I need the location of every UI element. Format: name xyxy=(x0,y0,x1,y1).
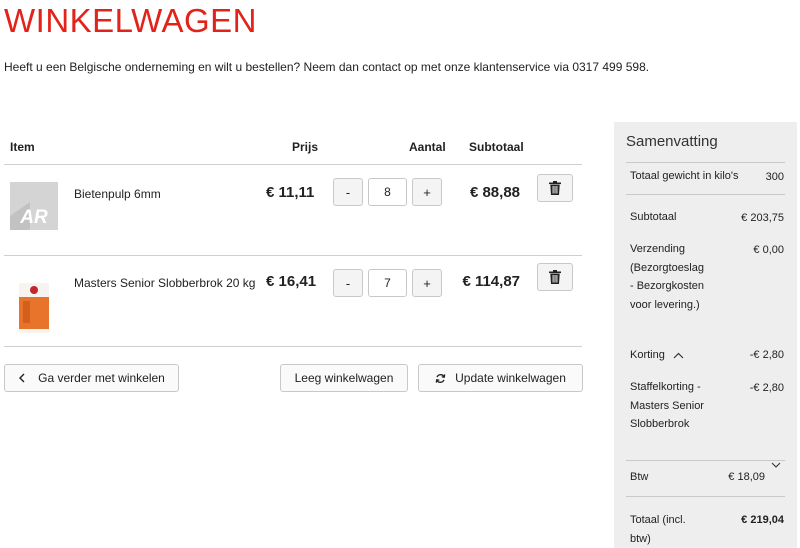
divider xyxy=(626,194,785,195)
cart-row: Masters Senior Slobberbrok 20 kg € 16,41… xyxy=(4,256,582,347)
divider xyxy=(626,460,785,461)
chevron-down-icon[interactable] xyxy=(771,462,781,468)
trash-icon xyxy=(549,270,561,284)
quantity-stepper: - 7 + xyxy=(333,269,442,297)
product-image[interactable] xyxy=(10,281,58,333)
tier-discount-value: -€ 2,80 xyxy=(749,382,784,394)
cart-table: Item Prijs Aantal Subtotaal AR Bietenpul… xyxy=(4,132,582,347)
decrease-qty-button[interactable]: - xyxy=(333,178,363,206)
quantity-input[interactable]: 7 xyxy=(368,269,407,297)
empty-cart-label: Leeg winkelwagen xyxy=(294,371,394,385)
intro-text: Heeft u een Belgische onderneming en wil… xyxy=(4,60,650,74)
tier-discount-label: Staffelkorting - Masters Senior Slobberb… xyxy=(630,381,704,430)
decrease-qty-button[interactable]: - xyxy=(333,269,363,297)
product-price: € 11,11 xyxy=(266,184,315,201)
ar-logo-icon: AR xyxy=(10,182,58,230)
header-qty: Aantal xyxy=(409,140,446,154)
cart-header-row: Item Prijs Aantal Subtotaal xyxy=(4,132,582,165)
subtotal-label: Subtotaal xyxy=(630,211,677,223)
total-label: Totaal (incl. btw) xyxy=(630,514,686,545)
discount-toggle[interactable]: Korting xyxy=(630,346,684,365)
product-image[interactable]: AR xyxy=(10,182,58,230)
product-price: € 16,41 xyxy=(266,273,317,290)
subtotal-value: € 203,75 xyxy=(741,212,784,224)
refresh-icon xyxy=(435,373,446,383)
empty-cart-button[interactable]: Leeg winkelwagen xyxy=(280,364,408,392)
header-subtotal: Subtotaal xyxy=(469,140,524,154)
update-cart-button[interactable]: Update winkelwagen xyxy=(418,364,583,392)
row-subtotal: € 114,87 xyxy=(462,273,520,290)
increase-qty-button[interactable]: + xyxy=(412,269,442,297)
remove-item-button[interactable] xyxy=(537,263,573,291)
page-title: WINKELWAGEN xyxy=(4,2,258,39)
trash-icon xyxy=(549,181,561,195)
divider xyxy=(626,162,785,163)
weight-label: Totaal gewicht in kilo's xyxy=(630,170,739,182)
divider xyxy=(626,496,785,497)
row-subtotal: € 88,88 xyxy=(469,184,520,201)
summary-title: Samenvatting xyxy=(626,133,718,150)
shipping-value: € 0,00 xyxy=(753,244,784,256)
vat-label: Btw xyxy=(630,471,649,483)
order-summary: Samenvatting Totaal gewicht in kilo's 30… xyxy=(614,122,797,548)
product-name[interactable]: Masters Senior Slobberbrok 20 kg xyxy=(74,276,255,290)
weight-value: 300 xyxy=(765,171,784,183)
svg-text:AR: AR xyxy=(19,207,48,228)
header-price: Prijs xyxy=(292,140,319,154)
product-bag-icon xyxy=(19,283,49,333)
increase-qty-button[interactable]: + xyxy=(412,178,442,206)
continue-shopping-button[interactable]: Ga verder met winkelen xyxy=(4,364,179,392)
total-value: € 219,04 xyxy=(741,514,784,526)
discount-label: Korting xyxy=(630,349,665,361)
remove-item-button[interactable] xyxy=(537,174,573,202)
update-cart-label: Update winkelwagen xyxy=(455,371,566,385)
continue-shopping-label: Ga verder met winkelen xyxy=(38,371,165,385)
vat-value: € 18,09 xyxy=(728,471,765,483)
cart-row: AR Bietenpulp 6mm € 11,11 - 8 + € 88,88 xyxy=(4,165,582,256)
discount-value: -€ 2,80 xyxy=(749,349,784,361)
quantity-input[interactable]: 8 xyxy=(368,178,407,206)
quantity-stepper: - 8 + xyxy=(333,178,442,206)
shipping-label: Verzending (Bezorgtoeslag - Bezorgkosten… xyxy=(630,243,704,311)
header-item: Item xyxy=(10,140,35,154)
chevron-up-icon xyxy=(673,352,684,359)
chevron-left-icon xyxy=(19,373,25,383)
product-name[interactable]: Bietenpulp 6mm xyxy=(74,187,161,201)
